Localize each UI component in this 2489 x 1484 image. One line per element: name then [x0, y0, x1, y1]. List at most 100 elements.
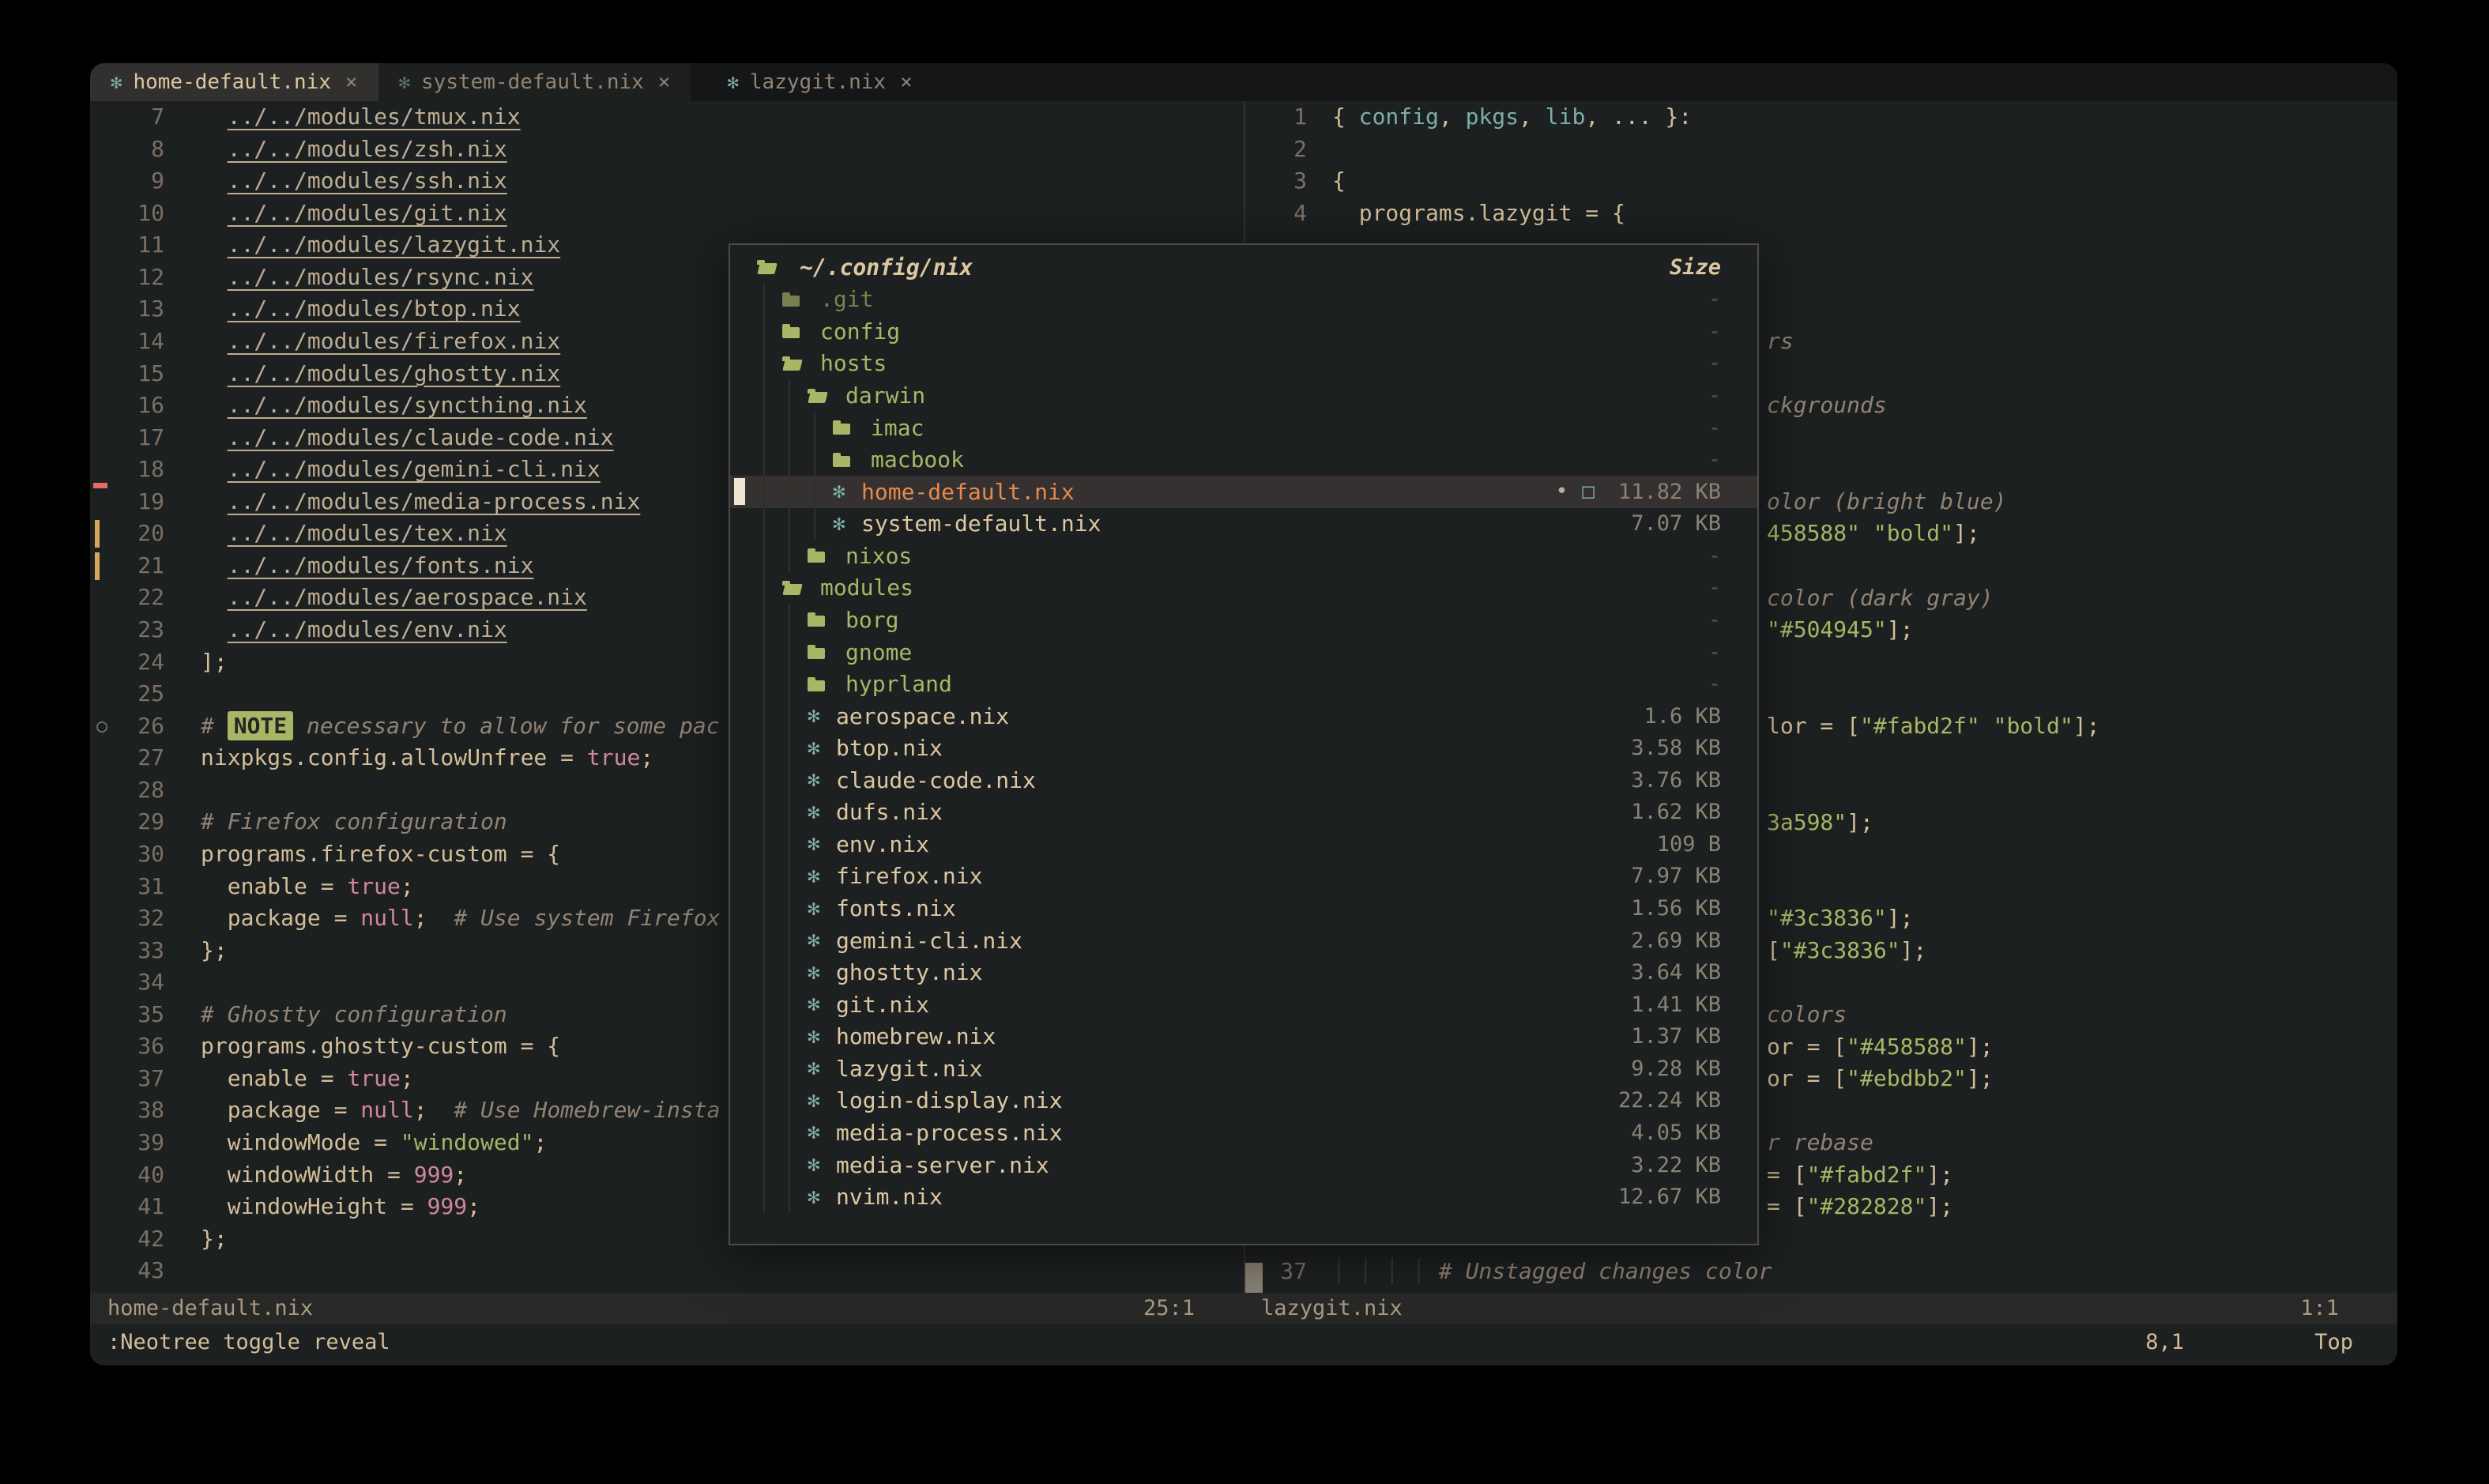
gutter-gap — [164, 422, 201, 454]
code-fragment: colors — [1767, 999, 1847, 1031]
code-text: ../../modules/tmux.nix — [201, 101, 521, 134]
tree-row[interactable]: ✻aerospace.nix1.6 KB — [730, 700, 1757, 733]
tree-row[interactable]: ✻system-default.nix7.07 KB — [730, 508, 1757, 540]
size-cell: 109 B — [1657, 832, 1757, 857]
indent-guide — [763, 764, 765, 797]
code-segment: "#282828" — [1807, 1193, 1927, 1219]
gutter-gap — [164, 101, 201, 134]
code-segment: ../../modules/gemini-cli.nix — [228, 456, 601, 482]
editor-line[interactable]: 9 ../../modules/ssh.nix — [90, 165, 1244, 198]
tree-item-name: media-server.nix — [836, 1152, 1049, 1178]
gutter-gap — [164, 358, 201, 390]
code-segment: ]; — [1847, 809, 1873, 835]
gitsign-del — [90, 486, 114, 518]
editor-line[interactable]: 1{ config, pkgs, lib, ... }: — [1245, 101, 2397, 134]
tree-item-name: git.nix — [836, 992, 929, 1018]
tree-row[interactable]: ✻media-server.nix3.22 KB — [730, 1149, 1757, 1181]
code-segment: │ │ │ │ — [1332, 1258, 1439, 1284]
code-segment: , ... }: — [1585, 104, 1692, 130]
code-text: ../../modules/git.nix — [201, 198, 507, 230]
line-number: 32 — [114, 902, 164, 935]
code-text: enable = true; — [201, 1063, 414, 1095]
editor-line[interactable]: 43 — [90, 1255, 1244, 1287]
gutter-gap — [1307, 198, 1332, 230]
tree-row[interactable]: ✻homebrew.nix1.37 KB — [730, 1021, 1757, 1053]
sign-column — [90, 871, 114, 903]
tree-row[interactable]: gnome- — [730, 636, 1757, 669]
tree-row[interactable]: ✻fonts.nix1.56 KB — [730, 892, 1757, 925]
neotree-float: ~/.config/nix Size .git-config-hosts-dar… — [729, 243, 1759, 1245]
editor-line[interactable]: 7 ../../modules/tmux.nix — [90, 101, 1244, 134]
tab-home-default.nix[interactable]: ✻home-default.nix× — [90, 63, 378, 101]
tree-item-name: fonts.nix — [836, 895, 956, 921]
code-segment: ../../modules/fonts.nix — [228, 552, 534, 578]
statusline-position-right: 1:1 — [2300, 1293, 2397, 1324]
editor-line[interactable]: 10 ../../modules/git.nix — [90, 198, 1244, 230]
editor-line[interactable]: 8 ../../modules/zsh.nix — [90, 134, 1244, 166]
tree-row[interactable]: modules- — [730, 572, 1757, 605]
tree-row[interactable]: .git- — [730, 284, 1757, 316]
nix-icon: ✻ — [808, 961, 836, 985]
editor-line[interactable]: 2 — [1245, 134, 2397, 166]
tree-item-name: config — [820, 318, 900, 345]
tree-row[interactable]: borg- — [730, 604, 1757, 636]
code-text: ../../modules/aerospace.nix — [201, 582, 587, 614]
code-fragment: "#3c3836"]; — [1767, 902, 1913, 935]
close-icon[interactable]: × — [345, 70, 358, 94]
tree-row[interactable]: ✻btop.nix3.58 KB — [730, 732, 1757, 764]
size-column-header: Size — [1670, 255, 1757, 280]
editor-line[interactable]: 37│ │ │ │ # Unstagged changes color — [1245, 1256, 2397, 1288]
indent-guide — [763, 540, 765, 572]
tree-row[interactable]: ✻dufs.nix1.62 KB — [730, 797, 1757, 829]
gutter-gap — [164, 1255, 201, 1287]
tree-item-name: hosts — [820, 350, 887, 376]
editor-line[interactable]: 3{ — [1245, 165, 2397, 198]
nix-icon: ✻ — [808, 1185, 836, 1209]
line-number: 34 — [114, 966, 164, 999]
sign-column — [90, 390, 114, 422]
tree-row[interactable]: hosts- — [730, 348, 1757, 380]
code-segment: ; — [401, 873, 414, 899]
scrollbar-thumb[interactable] — [1245, 1263, 1263, 1293]
code-text: ../../modules/syncthing.nix — [201, 390, 587, 422]
tree-row[interactable]: imac- — [730, 412, 1757, 444]
line-number: 11 — [114, 229, 164, 262]
nix-icon: ✻ — [808, 928, 836, 952]
tree-row[interactable]: ✻login-display.nix22.24 KB — [730, 1085, 1757, 1117]
tree-row[interactable]: ✻nvim.nix12.67 KB — [730, 1181, 1757, 1213]
tree-row[interactable]: ✻lazygit.nix9.28 KB — [730, 1053, 1757, 1085]
indent-guide — [789, 476, 790, 508]
tree-row[interactable]: ✻firefox.nix7.97 KB — [730, 861, 1757, 893]
size-cell: 1.41 KB — [1631, 992, 1757, 1017]
close-icon[interactable]: × — [900, 70, 913, 94]
tree-row[interactable]: ✻git.nix1.41 KB — [730, 989, 1757, 1021]
indent-guide — [814, 476, 815, 508]
indent-guide — [814, 508, 815, 540]
tab-lazygit.nix[interactable]: ✻lazygit.nix× — [706, 63, 932, 101]
statusline-position-left: 25:1 — [1143, 1293, 1245, 1324]
tree-row[interactable]: ✻home-default.nix•□11.82 KB — [730, 476, 1757, 508]
tree-row[interactable]: darwin- — [730, 379, 1757, 412]
indent-guide — [789, 1053, 790, 1085]
nix-icon: ✻ — [808, 704, 836, 728]
tree-row[interactable]: nixos- — [730, 540, 1757, 572]
folder-icon — [782, 323, 811, 339]
close-icon[interactable]: × — [658, 70, 671, 94]
tree-row[interactable]: ✻ghostty.nix3.64 KB — [730, 956, 1757, 989]
nix-icon: ✻ — [808, 897, 836, 921]
editor-line[interactable]: 4 programs.lazygit = { — [1245, 198, 2397, 230]
tree-row[interactable]: hyprland- — [730, 668, 1757, 700]
tree-row[interactable]: config- — [730, 315, 1757, 348]
code-segment — [201, 136, 228, 162]
tree-row[interactable]: ✻env.nix109 B — [730, 828, 1757, 861]
tree-row[interactable]: ✻media-process.nix4.05 KB — [730, 1117, 1757, 1149]
sign-column — [90, 678, 114, 710]
tree-row[interactable]: ✻gemini-cli.nix2.69 KB — [730, 925, 1757, 957]
gutter-gap — [164, 806, 201, 838]
tree-row[interactable]: ✻claude-code.nix3.76 KB — [730, 764, 1757, 797]
code-text: # NOTE necessary to allow for some pac — [201, 710, 720, 743]
tree-row[interactable]: macbook- — [730, 443, 1757, 476]
window-badge-icon: □ — [1582, 480, 1595, 503]
tab-system-default.nix[interactable]: ✻system-default.nix× — [378, 63, 691, 101]
statusline-filename-left: home-default.nix — [90, 1293, 313, 1324]
